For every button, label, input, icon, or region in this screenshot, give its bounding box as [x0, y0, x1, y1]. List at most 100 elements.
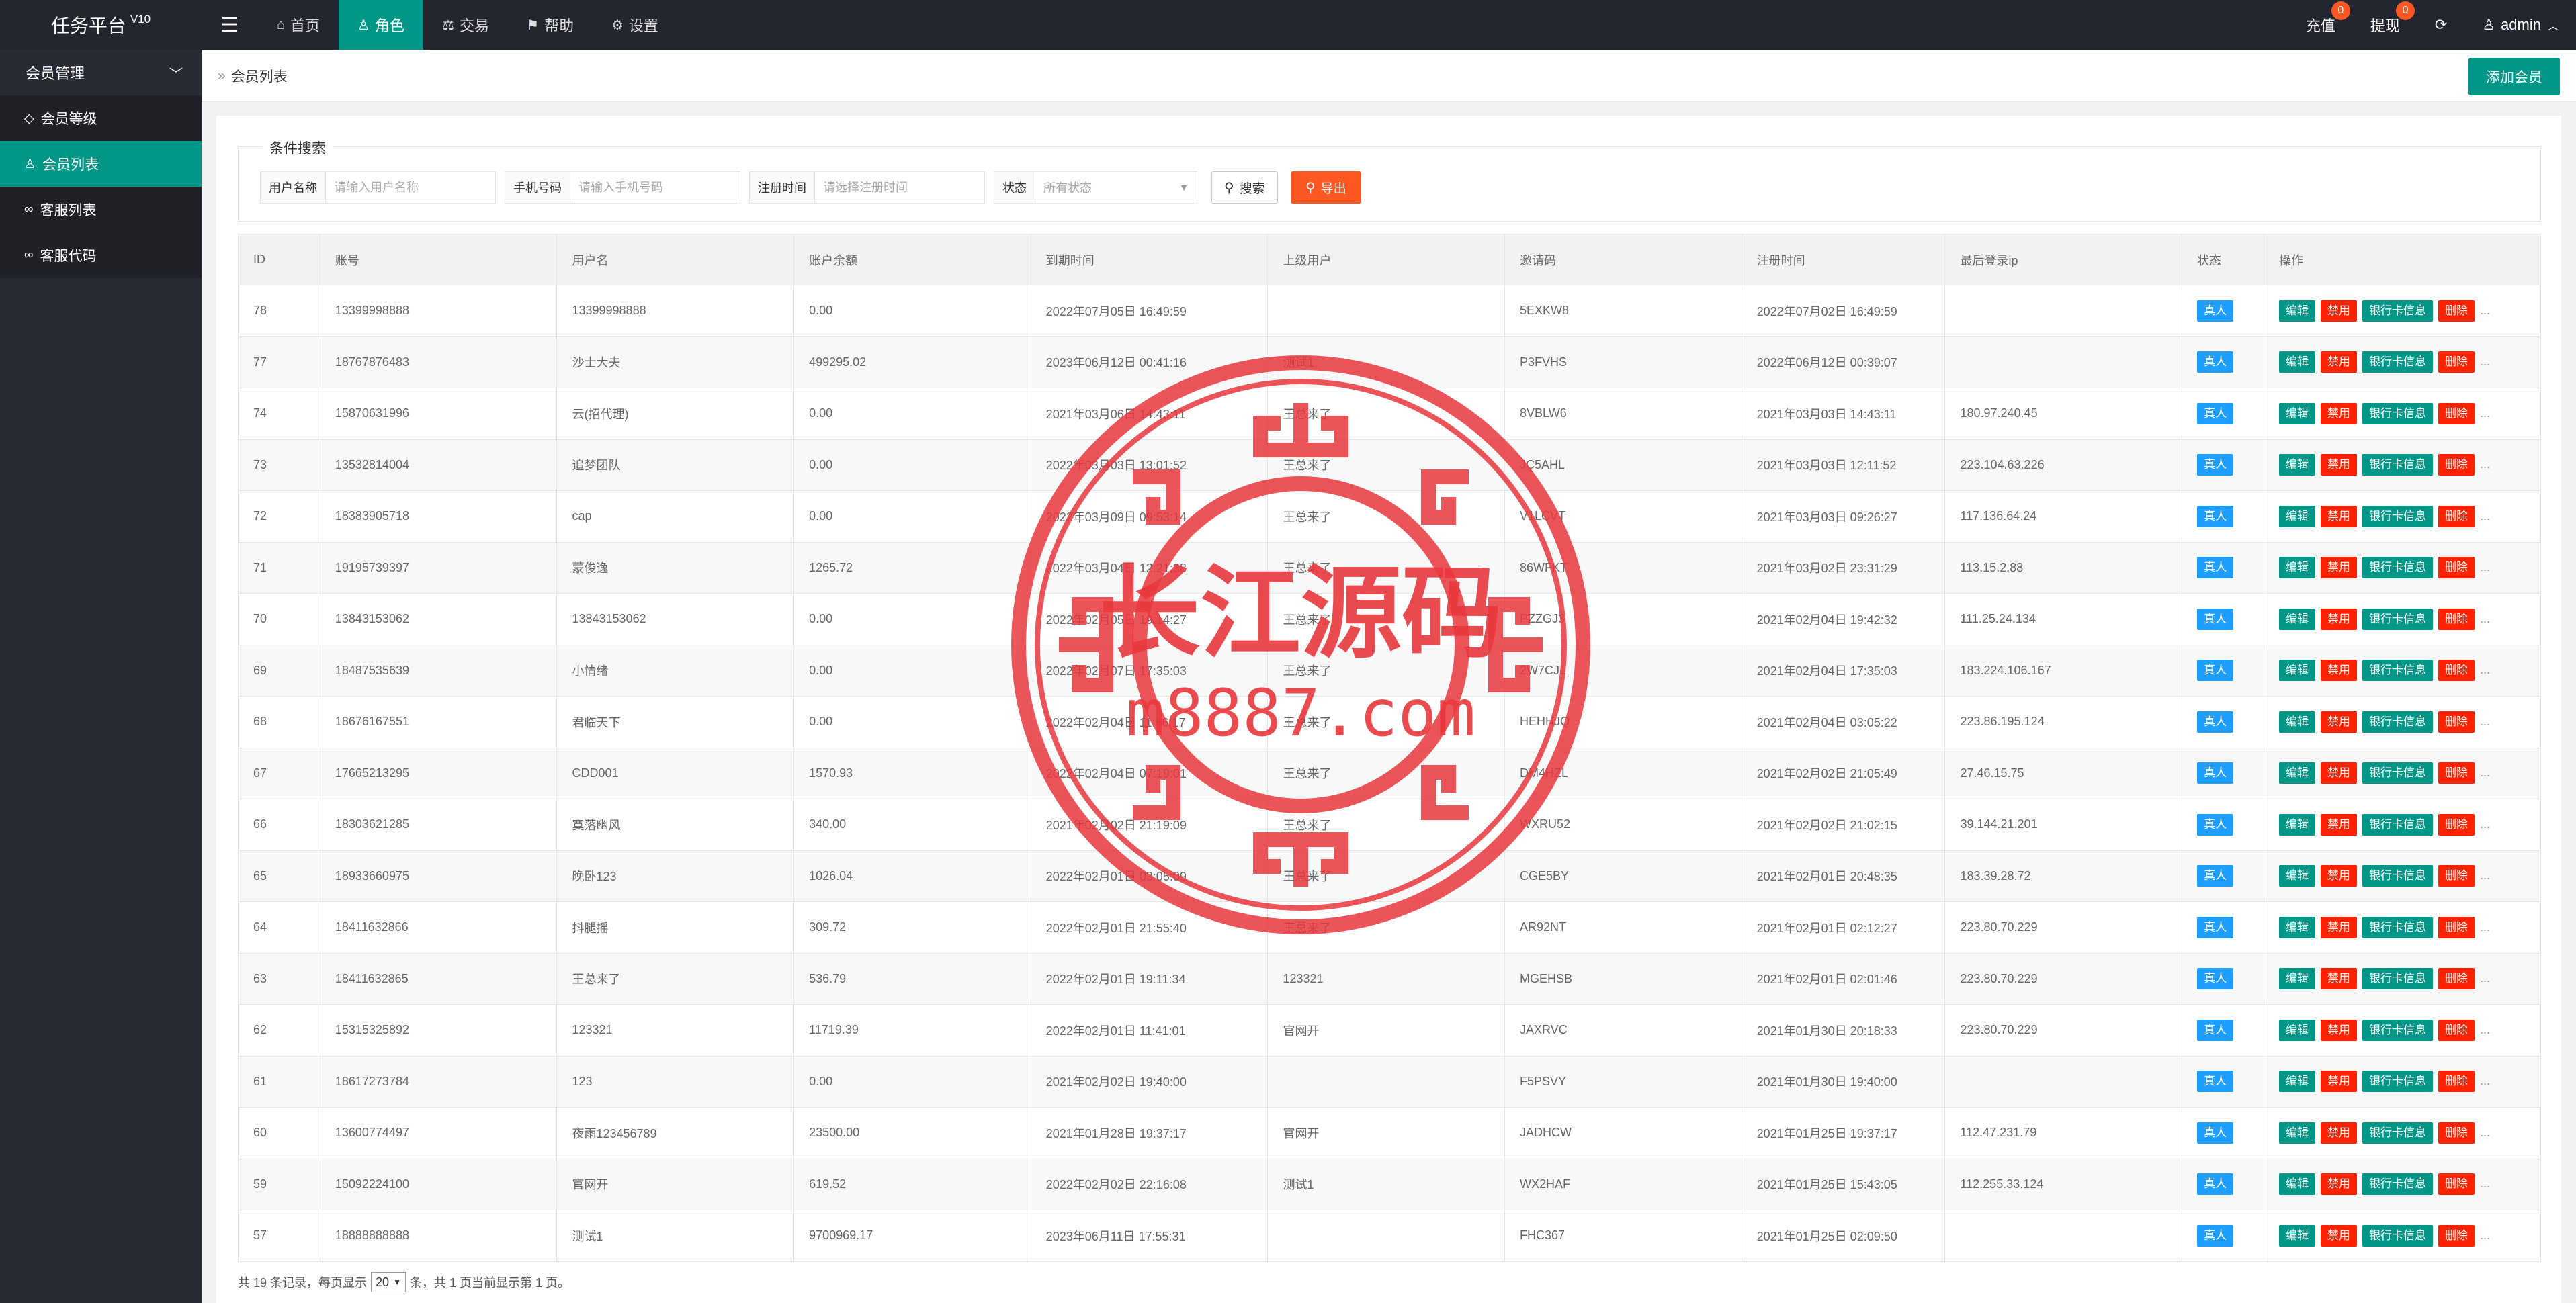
delete-button[interactable]: 删除: [2438, 402, 2475, 424]
more-actions-button[interactable]: ...: [2480, 457, 2490, 471]
topnav-item-2[interactable]: ⚖ 交易: [423, 0, 508, 50]
bank-card-button[interactable]: 银行卡信息: [2362, 1019, 2434, 1041]
bank-card-button[interactable]: 银行卡信息: [2362, 1173, 2434, 1196]
delete-button[interactable]: 删除: [2438, 505, 2475, 527]
edit-button[interactable]: 编辑: [2279, 505, 2316, 527]
more-actions-button[interactable]: ...: [2480, 355, 2490, 368]
more-actions-button[interactable]: ...: [2480, 1074, 2490, 1087]
delete-button[interactable]: 删除: [2438, 865, 2475, 887]
ban-button[interactable]: 禁用: [2321, 1173, 2358, 1196]
delete-button[interactable]: 删除: [2438, 762, 2475, 784]
edit-button[interactable]: 编辑: [2279, 608, 2316, 630]
sidebar-item-0[interactable]: ◇ 会员等级: [0, 95, 202, 141]
edit-button[interactable]: 编辑: [2279, 1224, 2316, 1247]
delete-button[interactable]: 删除: [2438, 916, 2475, 938]
more-actions-button[interactable]: ...: [2480, 406, 2490, 420]
export-button[interactable]: ⚲ 导出: [1291, 171, 1361, 204]
ban-button[interactable]: 禁用: [2321, 608, 2358, 630]
bank-card-button[interactable]: 银行卡信息: [2362, 865, 2434, 887]
bank-card-button[interactable]: 银行卡信息: [2362, 557, 2434, 579]
recharge-button[interactable]: 充值 0: [2288, 0, 2353, 50]
ban-button[interactable]: 禁用: [2321, 300, 2358, 322]
delete-button[interactable]: 删除: [2438, 608, 2475, 630]
bank-card-button[interactable]: 银行卡信息: [2362, 454, 2434, 476]
edit-button[interactable]: 编辑: [2279, 1019, 2316, 1041]
delete-button[interactable]: 删除: [2438, 1173, 2475, 1196]
delete-button[interactable]: 删除: [2438, 711, 2475, 733]
sidebar-group-member[interactable]: 会员管理 ﹀: [0, 50, 202, 95]
topnav-item-1[interactable]: ♙ 角色: [339, 0, 424, 50]
bank-card-button[interactable]: 银行卡信息: [2362, 916, 2434, 938]
delete-button[interactable]: 删除: [2438, 1122, 2475, 1144]
sidebar-item-1[interactable]: ♙ 会员列表: [0, 141, 202, 187]
edit-button[interactable]: 编辑: [2279, 351, 2316, 373]
bank-card-button[interactable]: 银行卡信息: [2362, 402, 2434, 424]
edit-button[interactable]: 编辑: [2279, 813, 2316, 836]
more-actions-button[interactable]: ...: [2480, 560, 2490, 574]
ban-button[interactable]: 禁用: [2321, 916, 2358, 938]
delete-button[interactable]: 删除: [2438, 557, 2475, 579]
topnav-item-4[interactable]: ⚙ 设置: [593, 0, 677, 50]
ban-button[interactable]: 禁用: [2321, 402, 2358, 424]
more-actions-button[interactable]: ...: [2480, 1228, 2490, 1242]
edit-button[interactable]: 编辑: [2279, 762, 2316, 784]
more-actions-button[interactable]: ...: [2480, 1177, 2490, 1190]
ban-button[interactable]: 禁用: [2321, 1224, 2358, 1247]
bank-card-button[interactable]: 银行卡信息: [2362, 351, 2434, 373]
search-button[interactable]: ⚲ 搜索: [1211, 171, 1278, 204]
more-actions-button[interactable]: ...: [2480, 663, 2490, 676]
refresh-icon[interactable]: ⟳: [2417, 0, 2464, 50]
bank-card-button[interactable]: 银行卡信息: [2362, 711, 2434, 733]
bank-card-button[interactable]: 银行卡信息: [2362, 505, 2434, 527]
page-size-select[interactable]: 20 ▼: [371, 1272, 406, 1292]
edit-button[interactable]: 编辑: [2279, 454, 2316, 476]
user-menu[interactable]: ♙ admin ︿: [2464, 0, 2576, 50]
more-actions-button[interactable]: ...: [2480, 817, 2490, 831]
more-actions-button[interactable]: ...: [2480, 1126, 2490, 1139]
edit-button[interactable]: 编辑: [2279, 402, 2316, 424]
menu-toggle-icon[interactable]: ☰: [202, 0, 258, 50]
more-actions-button[interactable]: ...: [2480, 715, 2490, 728]
edit-button[interactable]: 编辑: [2279, 300, 2316, 322]
bank-card-button[interactable]: 银行卡信息: [2362, 660, 2434, 682]
ban-button[interactable]: 禁用: [2321, 505, 2358, 527]
delete-button[interactable]: 删除: [2438, 1019, 2475, 1041]
edit-button[interactable]: 编辑: [2279, 865, 2316, 887]
delete-button[interactable]: 删除: [2438, 660, 2475, 682]
edit-button[interactable]: 编辑: [2279, 1173, 2316, 1196]
bank-card-button[interactable]: 银行卡信息: [2362, 300, 2434, 322]
withdraw-button[interactable]: 提现 0: [2353, 0, 2417, 50]
ban-button[interactable]: 禁用: [2321, 1071, 2358, 1093]
more-actions-button[interactable]: ...: [2480, 509, 2490, 523]
delete-button[interactable]: 删除: [2438, 351, 2475, 373]
bank-card-button[interactable]: 银行卡信息: [2362, 1071, 2434, 1093]
delete-button[interactable]: 删除: [2438, 968, 2475, 990]
delete-button[interactable]: 删除: [2438, 813, 2475, 836]
delete-button[interactable]: 删除: [2438, 454, 2475, 476]
edit-button[interactable]: 编辑: [2279, 1071, 2316, 1093]
ban-button[interactable]: 禁用: [2321, 454, 2358, 476]
edit-button[interactable]: 编辑: [2279, 1122, 2316, 1144]
ban-button[interactable]: 禁用: [2321, 865, 2358, 887]
delete-button[interactable]: 删除: [2438, 1071, 2475, 1093]
more-actions-button[interactable]: ...: [2480, 920, 2490, 934]
sidebar-item-3[interactable]: ∞ 客服代码: [0, 232, 202, 278]
app-brand[interactable]: 任务平台 V10: [0, 0, 202, 50]
more-actions-button[interactable]: ...: [2480, 1023, 2490, 1036]
bank-card-button[interactable]: 银行卡信息: [2362, 762, 2434, 784]
edit-button[interactable]: 编辑: [2279, 916, 2316, 938]
bank-card-button[interactable]: 银行卡信息: [2362, 1122, 2434, 1144]
topnav-item-0[interactable]: ⌂ 首页: [258, 0, 339, 50]
more-actions-button[interactable]: ...: [2480, 304, 2490, 317]
delete-button[interactable]: 删除: [2438, 1224, 2475, 1247]
ban-button[interactable]: 禁用: [2321, 557, 2358, 579]
ban-button[interactable]: 禁用: [2321, 660, 2358, 682]
ban-button[interactable]: 禁用: [2321, 711, 2358, 733]
bank-card-button[interactable]: 银行卡信息: [2362, 1224, 2434, 1247]
ban-button[interactable]: 禁用: [2321, 1019, 2358, 1041]
more-actions-button[interactable]: ...: [2480, 868, 2490, 882]
regtime-input[interactable]: [815, 172, 984, 203]
add-member-button[interactable]: 添加会员: [2468, 58, 2560, 95]
ban-button[interactable]: 禁用: [2321, 813, 2358, 836]
sidebar-item-2[interactable]: ∞ 客服列表: [0, 187, 202, 232]
